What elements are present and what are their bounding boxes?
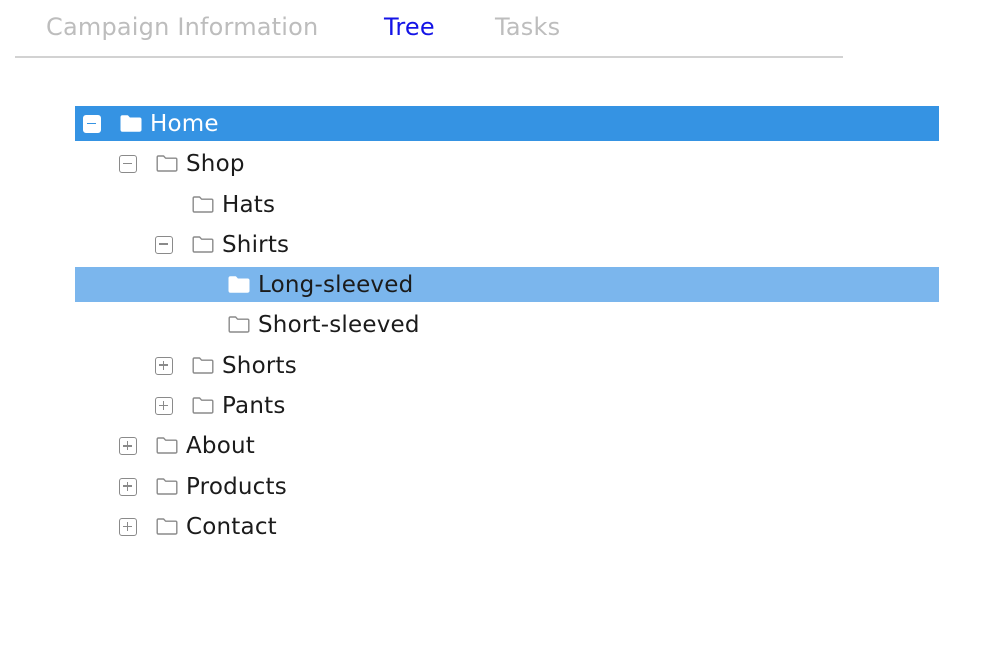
tree-node-shorts[interactable]: Shorts xyxy=(75,347,939,387)
folder-outline-icon xyxy=(228,316,250,334)
tree-node-label: Home xyxy=(150,111,219,137)
tree-node-label: Products xyxy=(186,473,287,500)
tree-node-label: Short-sleeved xyxy=(258,312,420,339)
tree-node-contact[interactable]: Contact xyxy=(75,508,939,548)
tree-view: Home Shop Hats Shirts Long-sleeved Short-slee… xyxy=(75,105,939,548)
folder-outline-icon xyxy=(192,236,214,253)
tree-node-long-sleeved[interactable]: Long-sleeved xyxy=(75,266,939,306)
tree-node-about[interactable]: About xyxy=(75,427,939,467)
tree-node-label: About xyxy=(186,433,256,460)
tree-node-home[interactable]: Home xyxy=(75,105,939,145)
folder-outline-icon xyxy=(156,437,178,455)
folder-filled-icon xyxy=(120,115,142,132)
expand-icon[interactable] xyxy=(119,437,137,456)
folder-outline-icon xyxy=(156,518,178,535)
folder-outline-icon xyxy=(192,357,214,374)
expand-icon[interactable] xyxy=(155,356,173,375)
folder-outline-icon xyxy=(192,195,214,213)
tree-node-label: Shirts xyxy=(222,231,290,258)
tree-node-hats[interactable]: Hats xyxy=(75,186,939,226)
tree-node-label: Hats xyxy=(222,191,276,218)
collapse-icon[interactable] xyxy=(155,235,173,254)
expand-icon[interactable] xyxy=(119,517,137,536)
tab-campaign-information[interactable]: Campaign Information xyxy=(46,12,318,42)
tree-node-label: Long-sleeved xyxy=(258,272,414,299)
tab-bar: Campaign Information Tree Tasks xyxy=(15,0,843,58)
folder-outline-icon xyxy=(156,155,178,172)
tree-node-short-sleeved[interactable]: Short-sleeved xyxy=(75,306,939,346)
collapse-icon[interactable] xyxy=(119,155,137,174)
tree-node-shop[interactable]: Shop xyxy=(75,145,939,185)
folder-outline-icon xyxy=(192,397,214,414)
tree-node-shirts[interactable]: Shirts xyxy=(75,226,939,266)
tree-node-label: Shop xyxy=(186,151,245,178)
tab-tasks[interactable]: Tasks xyxy=(495,12,560,42)
expand-icon[interactable] xyxy=(155,397,173,416)
tree-row-background xyxy=(75,267,939,303)
tab-tree[interactable]: Tree xyxy=(384,12,435,42)
folder-outline-icon xyxy=(156,477,178,495)
tree-node-label: Contact xyxy=(186,513,277,540)
tree-row-background xyxy=(75,307,939,342)
folder-filled-icon xyxy=(228,276,250,293)
collapse-icon[interactable] xyxy=(83,115,101,133)
tree-node-label: Shorts xyxy=(222,352,297,379)
tree-node-products[interactable]: Products xyxy=(75,468,939,508)
tree-node-label: Pants xyxy=(222,393,286,420)
tree-node-pants[interactable]: Pants xyxy=(75,387,939,427)
expand-icon[interactable] xyxy=(119,477,137,496)
